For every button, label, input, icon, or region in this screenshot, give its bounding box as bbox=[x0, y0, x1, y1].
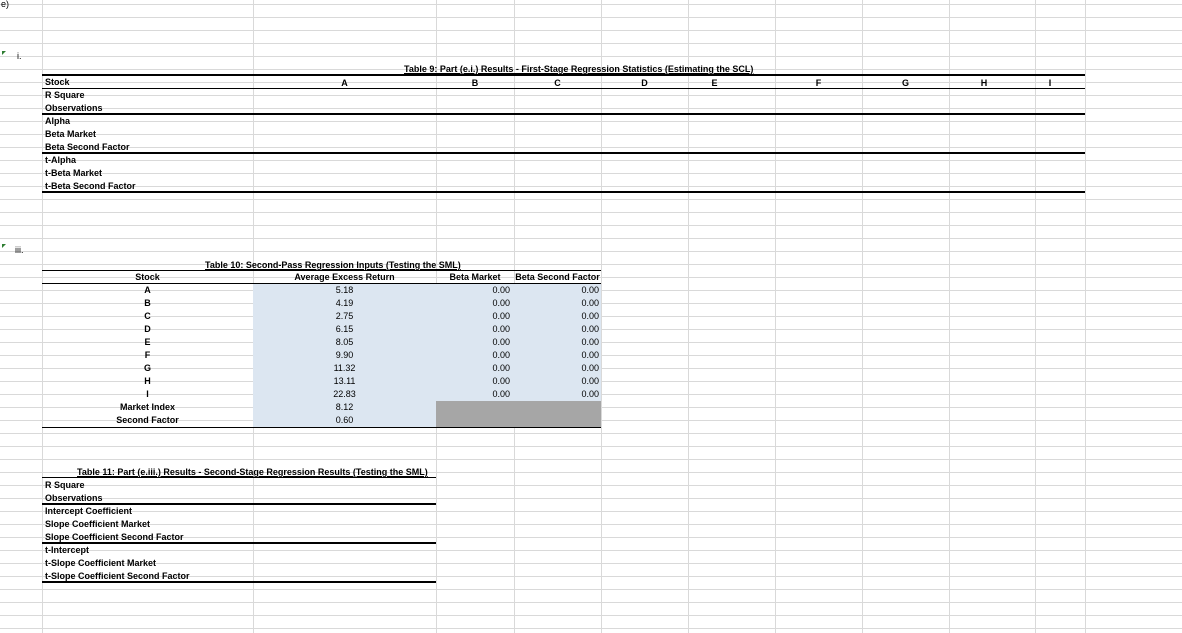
table-9-row-label: t-Beta Market bbox=[45, 168, 103, 178]
table-10-avg[interactable]: 2.75 bbox=[253, 311, 436, 322]
table-10-beta-market[interactable]: 0.00 bbox=[436, 337, 510, 348]
table-9-header-border bbox=[42, 88, 1085, 89]
table-10-beta-market[interactable]: 0.00 bbox=[436, 350, 510, 361]
table-9-corner: Stock bbox=[45, 77, 70, 87]
col-divider bbox=[949, 0, 950, 633]
table-11-divider bbox=[42, 503, 436, 505]
col-divider bbox=[1085, 0, 1086, 633]
table-10-beta-market[interactable]: 0.00 bbox=[436, 311, 510, 322]
table-10-stock: Market Index bbox=[119, 402, 176, 412]
table-10-header-beta-market: Beta Market bbox=[449, 272, 501, 282]
table-10-beta-market[interactable]: 0.00 bbox=[436, 285, 510, 296]
table-10-stock: I bbox=[146, 389, 149, 399]
table-11-row-label: t-Slope Coefficient Market bbox=[45, 558, 157, 568]
table-10-beta-market[interactable]: 0.00 bbox=[436, 363, 510, 374]
table-11-top-border bbox=[42, 477, 436, 478]
table-10-beta-second[interactable]: 0.00 bbox=[514, 376, 599, 387]
table-11-row-label: R Square bbox=[45, 480, 85, 490]
table-10-beta-second[interactable]: 0.00 bbox=[514, 298, 599, 309]
table-10-avg[interactable]: 22.83 bbox=[253, 389, 436, 400]
table-10-avg[interactable]: 9.90 bbox=[253, 350, 436, 361]
table-9-divider bbox=[42, 113, 1085, 115]
table-10-beta-market[interactable]: 0.00 bbox=[436, 376, 510, 387]
table-9-divider bbox=[42, 152, 1085, 154]
table-10-header-stock: Stock bbox=[135, 272, 160, 282]
comment-marker-icon bbox=[2, 244, 6, 248]
table-10-bottom-border bbox=[42, 427, 601, 428]
comment-marker-icon bbox=[2, 51, 6, 55]
table-10-beta-market[interactable]: 0.00 bbox=[436, 324, 510, 335]
table-10-beta-second[interactable]: 0.00 bbox=[514, 350, 599, 361]
col-divider bbox=[688, 0, 689, 633]
table-11-row-label: Slope Coefficient Market bbox=[45, 519, 151, 529]
col-divider bbox=[601, 0, 602, 633]
table-10-beta-second[interactable]: 0.00 bbox=[514, 311, 599, 322]
table-10-top-border bbox=[42, 270, 601, 271]
sub-label-iii: iii. bbox=[15, 245, 24, 255]
table-10-beta-market[interactable]: 0.00 bbox=[436, 298, 510, 309]
table-10-beta-second[interactable]: 0.00 bbox=[514, 389, 599, 400]
table-10-avg[interactable]: 5.18 bbox=[253, 285, 436, 296]
table-10-stock: B bbox=[144, 298, 151, 308]
col-divider bbox=[1035, 0, 1036, 633]
table-11-bottom-border bbox=[42, 581, 436, 583]
table-10-stock: A bbox=[144, 285, 151, 295]
col-divider bbox=[862, 0, 863, 633]
table-10-avg[interactable]: 11.32 bbox=[253, 363, 436, 374]
table-11-row-label: Intercept Coefficient bbox=[45, 506, 133, 516]
table-10-beta-second[interactable]: 0.00 bbox=[514, 285, 599, 296]
table-10-avg[interactable]: 4.19 bbox=[253, 298, 436, 309]
table-10-stock: C bbox=[144, 311, 151, 321]
table-10-stock: F bbox=[144, 350, 151, 360]
table-9-row-label: Alpha bbox=[45, 116, 71, 126]
table-10-avg[interactable]: 8.12 bbox=[253, 402, 436, 413]
table-10-avg[interactable]: 0.60 bbox=[253, 415, 436, 426]
table-10-avg[interactable]: 8.05 bbox=[253, 337, 436, 348]
col-divider bbox=[775, 0, 776, 633]
table-11-divider bbox=[42, 542, 436, 544]
table-10-beta-market[interactable]: 0.00 bbox=[436, 389, 510, 400]
table-10-stock: D bbox=[144, 324, 151, 334]
table-9-row-label: R Square bbox=[45, 90, 85, 100]
table-10-stock: Second Factor bbox=[116, 415, 179, 425]
table-10-beta-second[interactable]: 0.00 bbox=[514, 337, 599, 348]
table-10-stock: H bbox=[144, 376, 151, 386]
table-10-stock: E bbox=[144, 337, 151, 347]
table-10-avg[interactable]: 13.11 bbox=[253, 376, 436, 387]
table-10-stock: G bbox=[143, 363, 151, 373]
table-10-beta-second[interactable]: 0.00 bbox=[514, 324, 599, 335]
table-10-avg[interactable]: 6.15 bbox=[253, 324, 436, 335]
part-label: e) bbox=[1, 0, 10, 9]
table-9-bottom-border bbox=[42, 191, 1085, 193]
table-10-beta-second[interactable]: 0.00 bbox=[514, 363, 599, 374]
table-11-row-label: t-Intercept bbox=[45, 545, 90, 555]
table-9-top-border bbox=[42, 74, 1085, 76]
table-10-header-avg: Average Excess Return bbox=[294, 272, 395, 282]
table-9-row-label: Beta Market bbox=[45, 129, 97, 139]
sub-label-i: i. bbox=[17, 51, 22, 61]
gray-blocked-cells bbox=[436, 401, 601, 427]
table-9-row-label: t-Alpha bbox=[45, 155, 76, 165]
table-10-header-beta-second: Beta Second Factor bbox=[515, 272, 600, 282]
